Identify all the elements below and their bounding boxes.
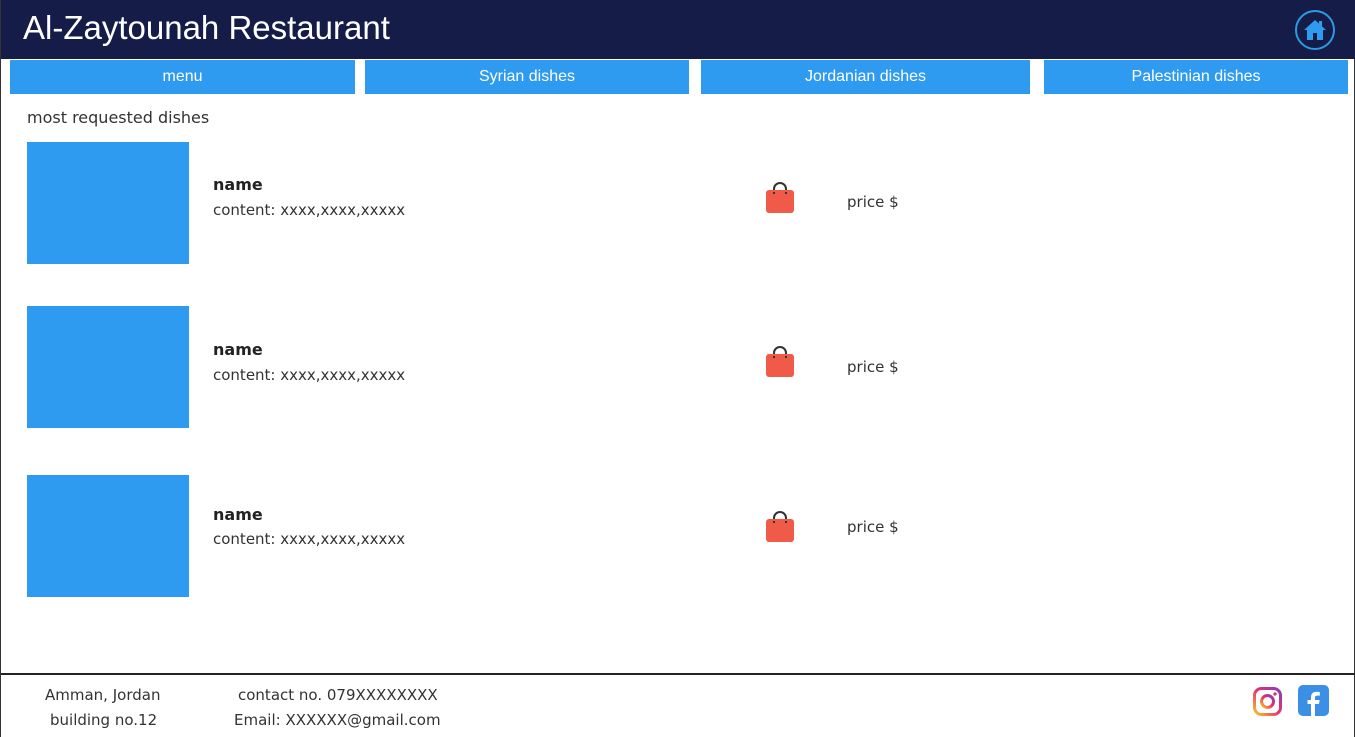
section-title: most requested dishes — [27, 108, 210, 127]
tab-syrian-dishes[interactable]: Syrian dishes — [365, 60, 689, 94]
footer-building: building no.12 — [50, 711, 158, 729]
site-title: Al-Zaytounah Restaurant — [23, 9, 390, 46]
header-bar: Al-Zaytounah Restaurant — [1, 0, 1355, 59]
home-button[interactable] — [1295, 10, 1335, 50]
dish-price: price $ — [847, 193, 899, 211]
dish-name: name — [213, 340, 263, 359]
home-icon — [1304, 20, 1326, 40]
dish-name: name — [213, 505, 263, 524]
instagram-icon[interactable] — [1252, 686, 1283, 717]
dish-content: content: xxxx,xxxx,xxxxx — [213, 201, 406, 219]
tab-palestinian-dishes[interactable]: Palestinian dishes — [1044, 60, 1348, 94]
footer-contact: contact no. 079XXXXXXXX — [238, 686, 438, 704]
shopping-bag-icon[interactable] — [765, 511, 795, 543]
shopping-bag-icon[interactable] — [765, 346, 795, 378]
footer-divider — [1, 673, 1355, 675]
dish-price: price $ — [847, 518, 899, 536]
dish-item: name content: xxxx,xxxx,xxxxx price $ — [1, 475, 1355, 597]
dish-content: content: xxxx,xxxx,xxxxx — [213, 366, 406, 384]
dish-name: name — [213, 175, 263, 194]
page: Al-Zaytounah Restaurant menu Syrian dish… — [0, 0, 1355, 737]
dish-item: name content: xxxx,xxxx,xxxxx price $ — [1, 142, 1355, 264]
tab-jordanian-dishes[interactable]: Jordanian dishes — [701, 60, 1030, 94]
footer-city: Amman, Jordan — [45, 686, 161, 704]
dish-price: price $ — [847, 358, 899, 376]
tab-menu[interactable]: menu — [10, 60, 355, 94]
dish-image[interactable] — [27, 475, 189, 597]
facebook-icon[interactable] — [1298, 685, 1329, 716]
dish-content: content: xxxx,xxxx,xxxxx — [213, 530, 406, 548]
shopping-bag-icon[interactable] — [765, 182, 795, 214]
dish-item: name content: xxxx,xxxx,xxxxx price $ — [1, 306, 1355, 428]
dish-image[interactable] — [27, 306, 189, 428]
footer-email: Email: XXXXXX@gmail.com — [234, 711, 441, 729]
dish-image[interactable] — [27, 142, 189, 264]
